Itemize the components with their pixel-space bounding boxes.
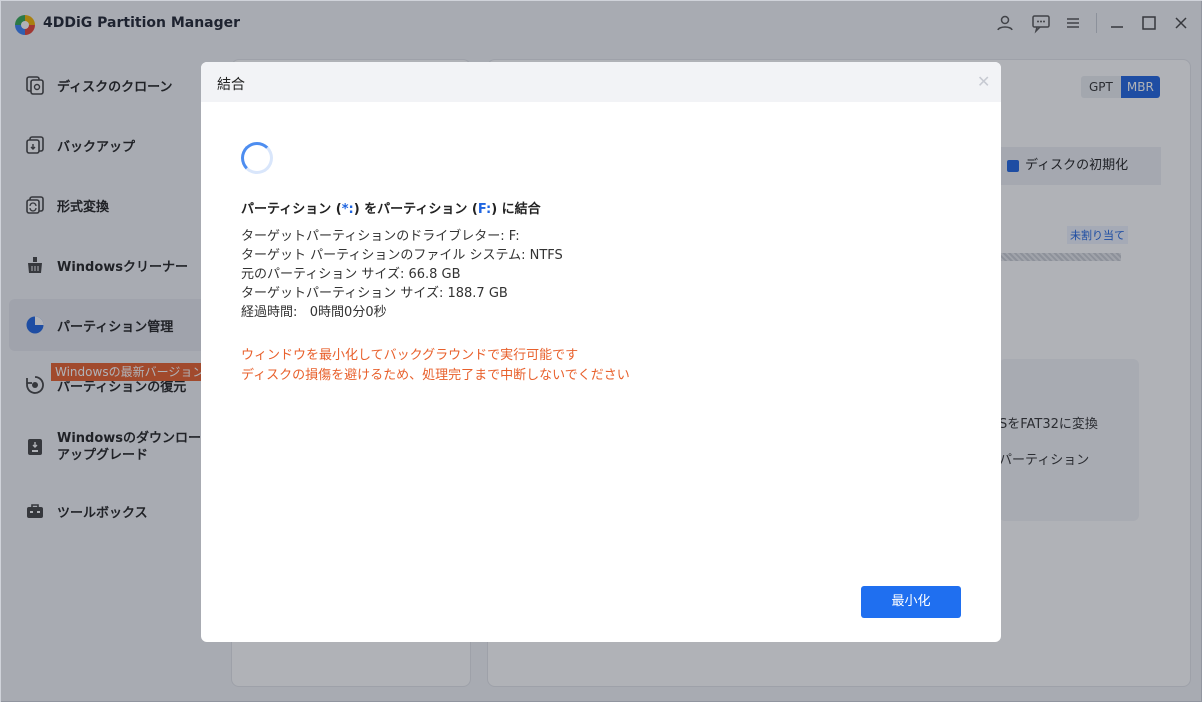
- file-system-info: ターゲット パーティションのファイル システム: NTFS: [241, 248, 563, 263]
- merge-description: パーティション (*:) をパーティション (F:) に結合: [241, 198, 541, 217]
- merge-dialog: 結合 ✕ パーティション (*:) をパーティション (F:) に結合 ターゲッ…: [201, 62, 1001, 642]
- drive-letter-info: ターゲットパーティションのドライブレター: F:: [241, 229, 520, 244]
- target-size-info: ターゲットパーティション サイズ: 188.7 GB: [241, 286, 508, 301]
- merge-suffix: ) に結合: [491, 202, 541, 217]
- do-not-interrupt-warning: ディスクの損傷を避けるため、処理完了まで中断しないでください: [241, 368, 630, 383]
- minimize-button[interactable]: 最小化: [861, 586, 961, 618]
- app-window: 4DDiG Partition Manager ディスクのクローン バックアップ: [0, 0, 1202, 702]
- dialog-title: 結合: [217, 77, 245, 93]
- merge-prefix: パーティション (: [241, 202, 342, 217]
- elapsed-time-info: 経過時間: 0時間0分0秒: [241, 305, 387, 320]
- target-partition: F:: [477, 202, 492, 217]
- merge-mid: ) をパーティション (: [353, 202, 478, 217]
- progress-spinner-icon: [241, 142, 273, 174]
- source-size-info: 元のパーティション サイズ: 66.8 GB: [241, 267, 461, 282]
- source-partition: *:: [341, 202, 354, 217]
- background-hint: ウィンドウを最小化してバックグラウンドで実行可能です: [241, 348, 579, 363]
- dialog-header: 結合 ✕: [201, 62, 1001, 102]
- dialog-close-icon[interactable]: ✕: [977, 72, 990, 91]
